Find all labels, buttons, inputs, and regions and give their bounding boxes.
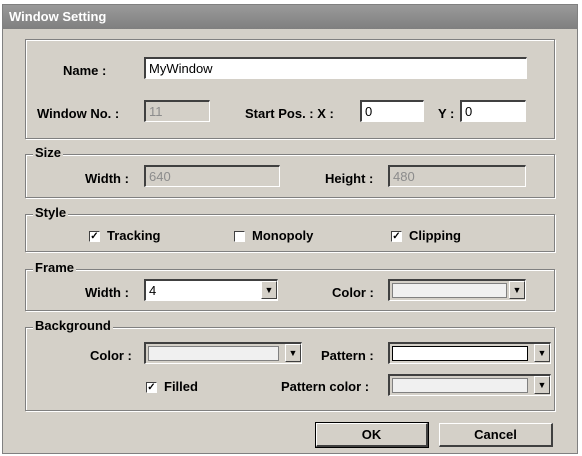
clipping-checkbox[interactable]: ✓ bbox=[391, 231, 402, 242]
monopoly-checkbox[interactable] bbox=[234, 231, 245, 242]
size-width-label: Width : bbox=[85, 171, 129, 186]
frame-color-select[interactable]: ▼ bbox=[388, 279, 526, 301]
pattern-swatch bbox=[392, 346, 528, 361]
start-x-input[interactable]: 0 bbox=[360, 100, 424, 122]
tracking-checkbox[interactable]: ✓ bbox=[89, 231, 100, 242]
name-input[interactable]: MyWindow bbox=[144, 57, 527, 79]
pattern-color-select[interactable]: ▼ bbox=[388, 374, 551, 396]
background-color-label: Color : bbox=[90, 348, 132, 363]
frame-width-select[interactable]: 4 ▼ bbox=[144, 279, 278, 301]
pattern-select[interactable]: ▼ bbox=[388, 342, 551, 364]
pattern-color-swatch bbox=[392, 378, 528, 393]
size-width-field: 640 bbox=[144, 165, 280, 187]
start-pos-x-label: Start Pos. : X : bbox=[245, 106, 334, 121]
ok-button[interactable]: OK bbox=[315, 422, 429, 448]
background-color-swatch bbox=[148, 346, 279, 361]
frame-width-label: Width : bbox=[85, 285, 129, 300]
dialog-title: Window Setting bbox=[3, 5, 577, 29]
chevron-down-icon[interactable]: ▼ bbox=[534, 344, 550, 362]
cancel-button[interactable]: Cancel bbox=[439, 423, 553, 447]
background-group bbox=[25, 327, 555, 411]
size-height-field: 480 bbox=[388, 165, 526, 187]
pattern-color-label: Pattern color : bbox=[281, 379, 370, 394]
clipping-label: Clipping bbox=[409, 228, 461, 243]
chevron-down-icon[interactable]: ▼ bbox=[534, 376, 550, 394]
start-y-input[interactable]: 0 bbox=[460, 100, 526, 122]
monopoly-label: Monopoly bbox=[252, 228, 314, 243]
frame-width-value: 4 bbox=[149, 283, 157, 298]
size-legend: Size bbox=[33, 145, 64, 160]
style-legend: Style bbox=[33, 205, 69, 220]
window-no-label: Window No. : bbox=[37, 106, 120, 121]
window-setting-dialog: Window Setting Name : MyWindow Window No… bbox=[2, 4, 578, 454]
frame-legend: Frame bbox=[33, 260, 77, 275]
name-label: Name : bbox=[63, 63, 107, 78]
start-pos-y-label: Y : bbox=[438, 106, 455, 121]
pattern-label: Pattern : bbox=[321, 348, 374, 363]
background-legend: Background bbox=[33, 318, 113, 333]
chevron-down-icon[interactable]: ▼ bbox=[509, 281, 525, 299]
chevron-down-icon[interactable]: ▼ bbox=[285, 344, 301, 362]
general-group bbox=[25, 39, 555, 139]
size-height-label: Height : bbox=[325, 171, 374, 186]
background-color-select[interactable]: ▼ bbox=[144, 342, 302, 364]
window-no-field: 11 bbox=[144, 100, 210, 122]
filled-checkbox[interactable]: ✓ bbox=[146, 382, 157, 393]
filled-label: Filled bbox=[164, 379, 198, 394]
tracking-label: Tracking bbox=[107, 228, 161, 243]
frame-color-label: Color : bbox=[332, 285, 374, 300]
chevron-down-icon[interactable]: ▼ bbox=[261, 281, 277, 299]
frame-color-swatch bbox=[392, 283, 507, 298]
